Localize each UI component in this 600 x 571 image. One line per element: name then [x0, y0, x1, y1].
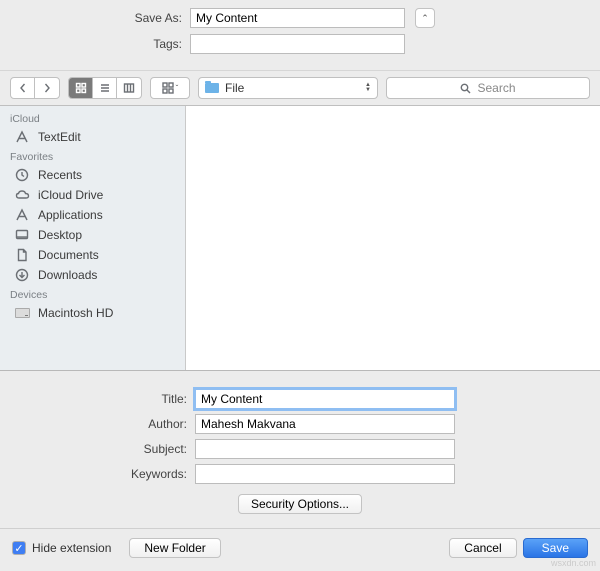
sidebar-item-label: Recents	[38, 168, 82, 182]
clock-icon	[14, 168, 30, 182]
sidebar-item-downloads[interactable]: Downloads	[0, 265, 185, 285]
cancel-button[interactable]: Cancel	[449, 538, 516, 558]
forward-button[interactable]	[35, 78, 59, 98]
subject-label: Subject:	[0, 442, 195, 456]
sidebar-section-icloud: iCloud	[0, 109, 185, 127]
save-button[interactable]: Save	[523, 538, 588, 558]
list-view-button[interactable]	[93, 78, 117, 98]
sidebar-item-label: Documents	[38, 248, 99, 262]
security-options-button[interactable]: Security Options...	[238, 494, 362, 514]
sidebar-item-applications[interactable]: Applications	[0, 205, 185, 225]
group-by-button[interactable]: ˇ	[151, 78, 189, 98]
sidebar-item-label: Desktop	[38, 228, 82, 242]
title-input[interactable]	[195, 389, 455, 409]
sidebar-item-icloud-drive[interactable]: iCloud Drive	[0, 185, 185, 205]
group-by: ˇ	[150, 77, 190, 99]
sidebar: iCloud TextEdit Favorites Recents iCloud…	[0, 106, 186, 370]
hide-extension-label: Hide extension	[32, 541, 111, 555]
sidebar-item-documents[interactable]: Documents	[0, 245, 185, 265]
textedit-icon	[14, 130, 30, 144]
subject-input[interactable]	[195, 439, 455, 459]
tags-label: Tags:	[0, 37, 190, 51]
collapse-button[interactable]: ⌃	[415, 8, 435, 28]
folder-icon	[205, 83, 219, 93]
hide-extension-checkbox[interactable]: ✓ Hide extension	[12, 541, 111, 555]
metadata-form: Title: Author: Subject: Keywords: Securi…	[0, 371, 600, 529]
title-label: Title:	[0, 392, 195, 406]
sidebar-item-recents[interactable]: Recents	[0, 165, 185, 185]
chevron-down-icon: ˇ	[176, 84, 179, 93]
chevron-up-icon: ⌃	[421, 13, 429, 24]
search-icon	[460, 83, 471, 94]
file-list[interactable]	[186, 106, 600, 370]
apps-icon	[14, 208, 30, 222]
keywords-input[interactable]	[195, 464, 455, 484]
save-as-input[interactable]	[190, 8, 405, 28]
save-as-label: Save As:	[0, 11, 190, 25]
sidebar-item-label: Downloads	[38, 268, 97, 282]
sidebar-item-desktop[interactable]: Desktop	[0, 225, 185, 245]
download-icon	[14, 268, 30, 282]
tags-input[interactable]	[190, 34, 405, 54]
desktop-icon	[14, 228, 30, 242]
toolbar: ˇ File ▲▼ Search	[0, 70, 600, 106]
nav-back-forward	[10, 77, 60, 99]
sidebar-item-label: Applications	[38, 208, 103, 222]
sidebar-section-devices: Devices	[0, 285, 185, 303]
hd-icon	[14, 308, 30, 318]
search-placeholder: Search	[477, 81, 515, 95]
sidebar-item-label: TextEdit	[38, 130, 81, 144]
cloud-icon	[14, 188, 30, 202]
column-view-button[interactable]	[117, 78, 141, 98]
updown-icon: ▲▼	[365, 83, 371, 93]
back-button[interactable]	[11, 78, 35, 98]
path-label: File	[225, 81, 244, 95]
new-folder-button[interactable]: New Folder	[129, 538, 220, 558]
sidebar-item-textedit[interactable]: TextEdit	[0, 127, 185, 147]
footer: ✓ Hide extension New Folder Cancel Save	[0, 529, 600, 567]
view-switcher	[68, 77, 142, 99]
icon-view-button[interactable]	[69, 78, 93, 98]
check-icon: ✓	[12, 541, 26, 555]
doc-icon	[14, 248, 30, 262]
browser-area: iCloud TextEdit Favorites Recents iCloud…	[0, 106, 600, 371]
sidebar-item-macintosh-hd[interactable]: Macintosh HD	[0, 303, 185, 323]
keywords-label: Keywords:	[0, 467, 195, 481]
sidebar-section-favorites: Favorites	[0, 147, 185, 165]
author-label: Author:	[0, 417, 195, 431]
sidebar-item-label: iCloud Drive	[38, 188, 103, 202]
author-input[interactable]	[195, 414, 455, 434]
search-field[interactable]: Search	[386, 77, 590, 99]
sidebar-item-label: Macintosh HD	[38, 306, 113, 320]
save-header: Save As: ⌃ Tags:	[0, 0, 600, 70]
path-popup[interactable]: File ▲▼	[198, 77, 378, 99]
